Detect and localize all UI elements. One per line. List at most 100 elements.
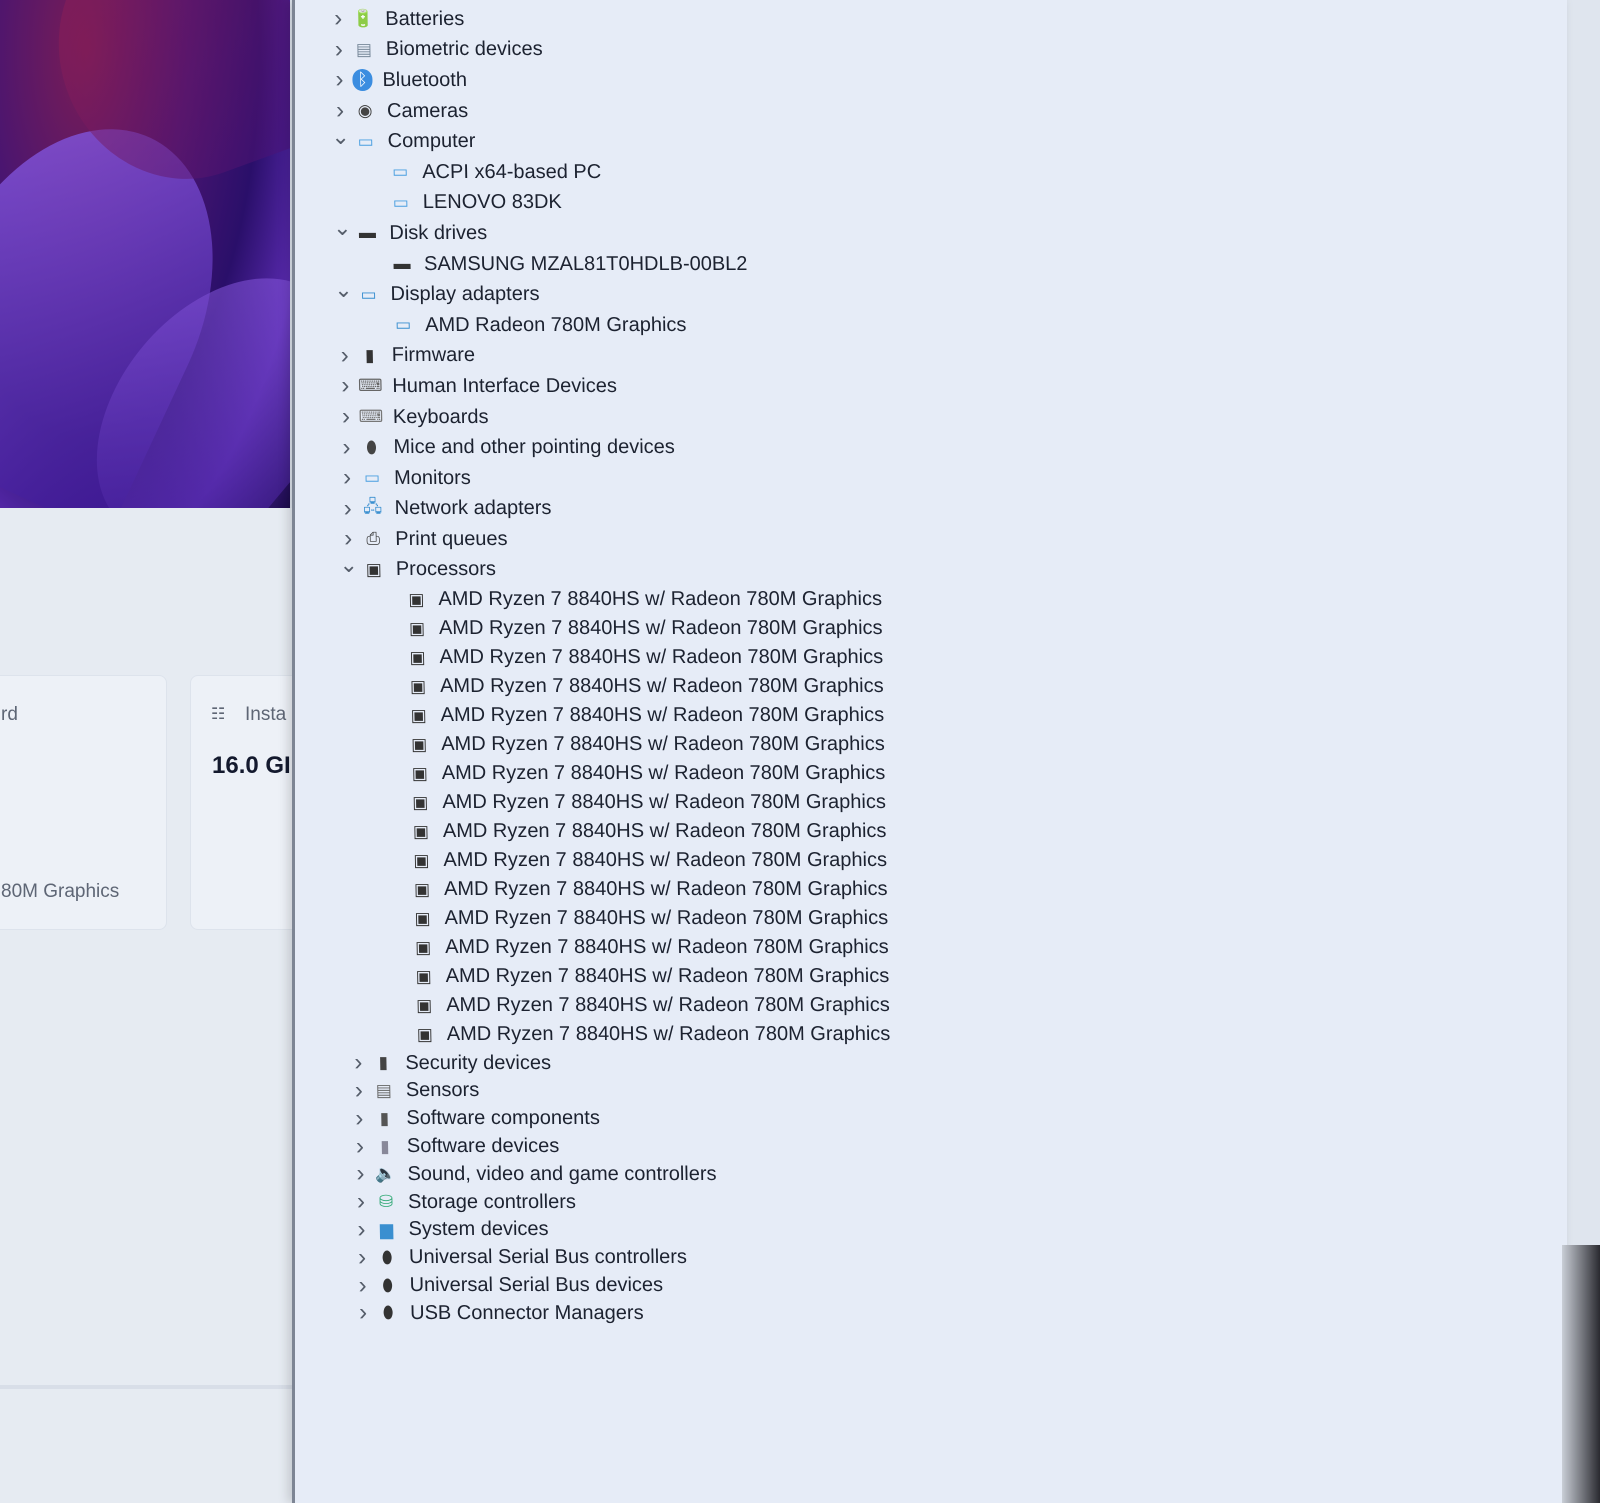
chevron-right-icon[interactable]: › bbox=[348, 1216, 375, 1244]
chevron-right-icon[interactable]: › bbox=[349, 1244, 376, 1272]
display-adapter-icon: ▭ bbox=[360, 284, 377, 304]
background-edge bbox=[1562, 1245, 1600, 1503]
tree-item-category[interactable]: › ◉ Cameras bbox=[327, 96, 873, 127]
processor-icon: ▣ bbox=[414, 908, 431, 928]
computer-icon: ▭ bbox=[357, 131, 374, 151]
tree-item-device[interactable]: ▭ ACPI x64-based PC bbox=[328, 157, 874, 188]
processor-icon: ▣ bbox=[411, 763, 428, 783]
tree-item-category[interactable]: ⌄ ▭ Display adapters bbox=[330, 277, 876, 310]
tree-item-category[interactable]: › ⎙ Print queues bbox=[335, 524, 881, 555]
tree-item-device[interactable]: ▣ AMD Ryzen 7 8840HS w/ Radeon 780M Graph… bbox=[339, 730, 885, 759]
tree-item-category[interactable]: › ⌨ Keyboards bbox=[333, 402, 879, 433]
processor-icon: ▣ bbox=[409, 676, 427, 696]
tree-item-device[interactable]: ▣ AMD Ryzen 7 8840HS w/ Radeon 780M Graph… bbox=[343, 962, 889, 991]
chevron-right-icon[interactable]: › bbox=[327, 97, 354, 125]
tree-item-category[interactable]: › ▮ Security devices bbox=[345, 1049, 891, 1077]
chevron-right-icon[interactable]: › bbox=[332, 372, 359, 400]
system-folder-icon: ▆ bbox=[379, 1219, 394, 1239]
tree-item-category[interactable]: › ⬮ Universal Serial Bus devices bbox=[349, 1272, 895, 1300]
chevron-right-icon[interactable]: › bbox=[349, 1272, 376, 1300]
tree-item-category[interactable]: › ▭ Monitors bbox=[334, 463, 880, 494]
tree-item-device[interactable]: ▣ AMD Ryzen 7 8840HS w/ Radeon 780M Graph… bbox=[338, 701, 884, 730]
tree-item-device[interactable]: ▣ AMD Ryzen 7 8840HS w/ Radeon 780M Graph… bbox=[337, 614, 883, 643]
tree-item-device[interactable]: ▭ LENOVO 83DK bbox=[329, 188, 875, 219]
tree-item-device[interactable]: ▣ AMD Ryzen 7 8840HS w/ Radeon 780M Graph… bbox=[344, 991, 890, 1020]
chevron-right-icon[interactable]: › bbox=[350, 1299, 377, 1327]
tree-item-category[interactable]: › 🔈 Sound, video and game controllers bbox=[347, 1160, 893, 1188]
chevron-right-icon[interactable]: › bbox=[331, 342, 358, 370]
tree-item-label: AMD Ryzen 7 8840HS w/ Radeon 780M Graphi… bbox=[443, 849, 888, 872]
tree-item-device[interactable]: ▣ AMD Ryzen 7 8840HS w/ Radeon 780M Graph… bbox=[340, 788, 886, 817]
tree-item-label: AMD Ryzen 7 8840HS w/ Radeon 780M Graphi… bbox=[440, 704, 885, 727]
device-tree: › 🔋 Batteries › ▤ Biometric devices › ᛒ Bluetoot… bbox=[325, 4, 896, 1327]
tree-item-category[interactable]: › ⬮ Mice and other pointing devices bbox=[333, 432, 879, 463]
chevron-right-icon[interactable]: › bbox=[345, 1049, 372, 1077]
tree-item-category[interactable]: ⌄ ▬ Disk drives bbox=[329, 215, 875, 249]
tree-item-category[interactable]: › ▮ Firmware bbox=[331, 341, 877, 372]
tree-item-device[interactable]: ▣ AMD Ryzen 7 8840HS w/ Radeon 780M Graph… bbox=[342, 904, 888, 933]
tree-item-label: Network adapters bbox=[394, 497, 552, 520]
tree-item-label: AMD Ryzen 7 8840HS w/ Radeon 780M Graphi… bbox=[445, 965, 890, 988]
tree-item-category[interactable]: › ⬮ Universal Serial Bus controllers bbox=[349, 1244, 895, 1272]
tree-item-device[interactable]: ▣ AMD Ryzen 7 8840HS w/ Radeon 780M Graph… bbox=[343, 933, 889, 962]
tree-item-category[interactable]: › ⛁ Storage controllers bbox=[348, 1188, 894, 1216]
device-manager-window: › 🔋 Batteries › ▤ Biometric devices › ᛒ Bluetoot… bbox=[292, 0, 1567, 1503]
processor-icon: ▣ bbox=[414, 937, 432, 957]
tree-item-category[interactable]: › ⌨ Human Interface Devices bbox=[332, 371, 878, 402]
tree-item-category[interactable]: › ᛒ Bluetooth bbox=[326, 65, 872, 96]
tree-item-category[interactable]: ⌄ ▣ Processors bbox=[336, 552, 882, 586]
chevron-right-icon[interactable]: › bbox=[335, 525, 362, 553]
firmware-icon: ▮ bbox=[364, 345, 375, 365]
chevron-right-icon[interactable]: › bbox=[347, 1160, 374, 1188]
chevron-right-icon[interactable]: › bbox=[348, 1188, 375, 1216]
tree-item-device[interactable]: ▣ AMD Ryzen 7 8840HS w/ Radeon 780M Graph… bbox=[337, 643, 883, 672]
spec-card-graphics: rd 80M Graphics bbox=[0, 675, 167, 930]
chevron-down-icon[interactable]: ⌄ bbox=[330, 277, 356, 303]
tree-item-device[interactable]: ▣ AMD Ryzen 7 8840HS w/ Radeon 780M Graph… bbox=[336, 585, 882, 614]
chevron-down-icon[interactable]: ⌄ bbox=[336, 552, 362, 578]
chevron-right-icon[interactable]: › bbox=[334, 464, 361, 492]
tree-item-device[interactable]: ▣ AMD Ryzen 7 8840HS w/ Radeon 780M Graph… bbox=[341, 846, 887, 875]
tree-item-label: Bluetooth bbox=[382, 68, 468, 91]
tree-item-device[interactable]: ▣ AMD Ryzen 7 8840HS w/ Radeon 780M Graph… bbox=[345, 1020, 891, 1049]
processor-icon: ▣ bbox=[365, 559, 383, 579]
tree-item-label: Keyboards bbox=[392, 405, 489, 428]
tree-item-category[interactable]: › ▮ Software components bbox=[346, 1105, 892, 1133]
tree-item-category[interactable]: › ▤ Biometric devices bbox=[326, 35, 872, 66]
tree-item-label: AMD Ryzen 7 8840HS w/ Radeon 780M Graphi… bbox=[438, 617, 883, 640]
tree-item-category[interactable]: › ▆ System devices bbox=[348, 1216, 894, 1244]
tree-item-label: AMD Ryzen 7 8840HS w/ Radeon 780M Graphi… bbox=[439, 675, 884, 698]
chevron-down-icon[interactable]: ⌄ bbox=[329, 215, 355, 241]
chevron-right-icon[interactable]: › bbox=[347, 1133, 374, 1161]
chevron-right-icon[interactable]: › bbox=[325, 5, 352, 33]
processor-icon: ▣ bbox=[409, 647, 426, 667]
chevron-right-icon[interactable]: › bbox=[346, 1077, 373, 1105]
chevron-right-icon[interactable]: › bbox=[333, 434, 360, 462]
computer-icon: ▭ bbox=[392, 162, 409, 182]
tree-item-label: System devices bbox=[408, 1218, 549, 1241]
tree-item-category[interactable]: › ⬮ USB Connector Managers bbox=[350, 1299, 896, 1327]
processor-icon: ▣ bbox=[411, 734, 428, 754]
tree-item-label: Sensors bbox=[405, 1079, 480, 1102]
chevron-down-icon[interactable]: ⌄ bbox=[327, 124, 353, 150]
tree-item-category[interactable]: ⌄ ▭ Computer bbox=[327, 124, 873, 157]
storage-controller-icon: ⛁ bbox=[378, 1192, 394, 1212]
tree-item-device[interactable]: ▣ AMD Ryzen 7 8840HS w/ Radeon 780M Graph… bbox=[342, 875, 888, 904]
tree-item-label: AMD Radeon 780M Graphics bbox=[424, 313, 687, 336]
chevron-right-icon[interactable]: › bbox=[334, 495, 361, 523]
tree-item-category[interactable]: › ▤ Sensors bbox=[346, 1077, 892, 1105]
sensor-icon: ▤ bbox=[375, 1080, 393, 1100]
tree-item-device[interactable]: ▬ SAMSUNG MZAL81T0HDLB-00BL2 bbox=[330, 249, 876, 280]
chevron-right-icon[interactable]: › bbox=[333, 403, 360, 431]
tree-item-device[interactable]: ▭ AMD Radeon 780M Graphics bbox=[331, 310, 877, 341]
tree-item-category[interactable]: › 🔋 Batteries bbox=[325, 4, 871, 35]
tree-item-category[interactable]: › ▮ Software devices bbox=[347, 1133, 893, 1161]
tree-item-category[interactable]: › 🖧 Network adapters bbox=[334, 494, 880, 525]
chevron-right-icon[interactable]: › bbox=[326, 36, 353, 64]
tree-item-device[interactable]: ▣ AMD Ryzen 7 8840HS w/ Radeon 780M Graph… bbox=[340, 759, 886, 788]
chevron-right-icon[interactable]: › bbox=[326, 66, 353, 94]
tree-item-device[interactable]: ▣ AMD Ryzen 7 8840HS w/ Radeon 780M Graph… bbox=[338, 672, 884, 701]
disk-drive-icon: ▬ bbox=[393, 254, 411, 274]
tree-item-device[interactable]: ▣ AMD Ryzen 7 8840HS w/ Radeon 780M Graph… bbox=[341, 817, 887, 846]
chevron-right-icon[interactable]: › bbox=[346, 1105, 373, 1133]
